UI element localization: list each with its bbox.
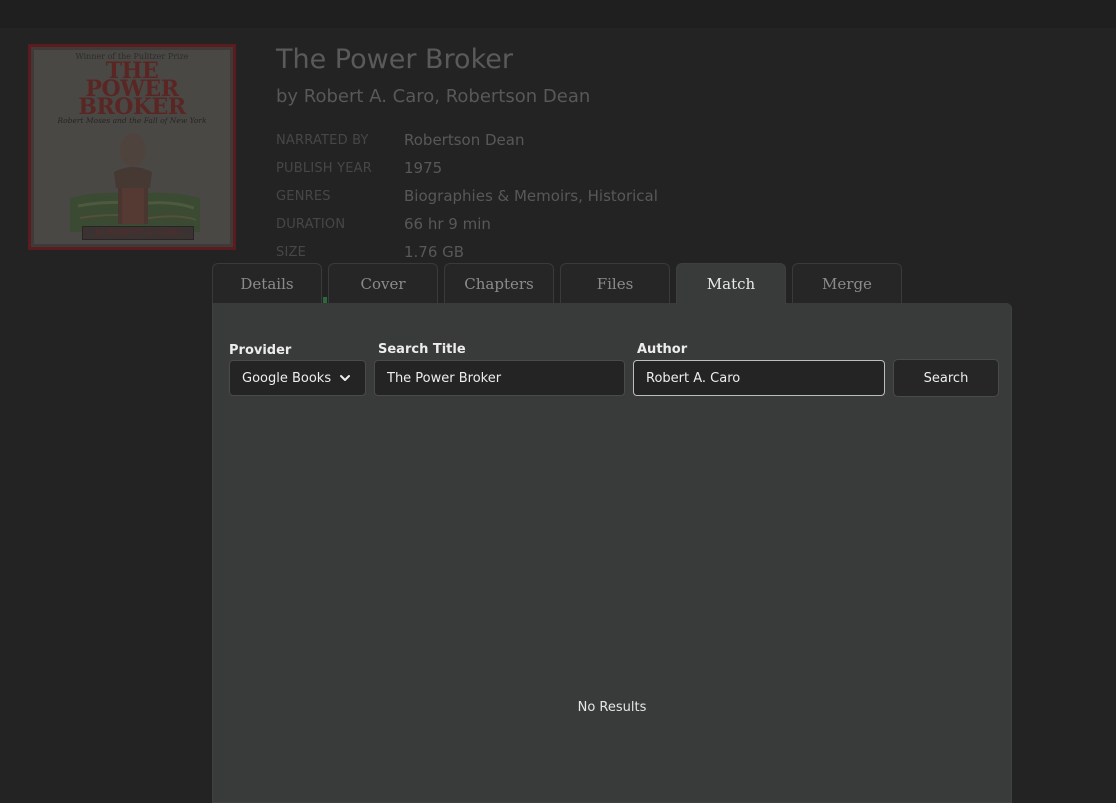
- tab-chapters[interactable]: Chapters: [444, 263, 554, 303]
- tab-files[interactable]: Files: [560, 263, 670, 303]
- search-button[interactable]: Search: [893, 359, 999, 397]
- cover-subtitle: Robert Moses and the Fall of New York: [57, 116, 207, 125]
- book-edit-page: Winner of the Pulitzer Prize THE POWER B…: [0, 0, 1116, 803]
- book-cover[interactable]: Winner of the Pulitzer Prize THE POWER B…: [28, 44, 236, 250]
- provider-label: Provider: [229, 343, 292, 358]
- meta-label-narrated-by: NARRATED BY: [276, 133, 369, 148]
- tab-match[interactable]: Match: [676, 263, 786, 304]
- meta-value-duration: 66 hr 9 min: [404, 215, 491, 233]
- meta-value-narrated-by: Robertson Dean: [404, 131, 525, 149]
- no-results-message: No Results: [577, 700, 647, 715]
- tab-indicator: [323, 297, 327, 303]
- meta-value-publish-year: 1975: [404, 159, 443, 177]
- meta-value-size: 1.76 GB: [404, 243, 465, 261]
- book-title: The Power Broker: [276, 44, 513, 75]
- cover-title-line3: BROKER: [78, 94, 186, 120]
- author-label: Author: [637, 342, 688, 357]
- meta-label-genres: GENRES: [276, 189, 331, 204]
- meta-value-genres: Biographies & Memoirs, Historical: [404, 187, 658, 205]
- cover-title: THE POWER BROKER: [34, 60, 230, 120]
- search-title-label: Search Title: [378, 342, 466, 357]
- tab-details[interactable]: Details: [212, 263, 322, 303]
- book-byline: by Robert A. Caro, Robertson Dean: [276, 86, 591, 107]
- meta-label-publish-year: PUBLISH YEAR: [276, 161, 372, 176]
- provider-select[interactable]: Google Books: [229, 360, 366, 396]
- cover-author: by ROBERT A. CARO: [82, 226, 194, 240]
- search-title-input[interactable]: [374, 360, 625, 396]
- cover-statue-illustration: [70, 133, 200, 232]
- top-bar: [0, 0, 1116, 28]
- meta-label-duration: DURATION: [276, 217, 346, 232]
- tab-merge[interactable]: Merge: [792, 263, 902, 303]
- meta-label-size: SIZE: [276, 245, 307, 260]
- provider-selected-value: Google Books: [242, 370, 332, 386]
- chevron-down-icon: [340, 375, 350, 381]
- tab-cover[interactable]: Cover: [328, 263, 438, 303]
- cover-art-area: Winner of the Pulitzer Prize THE POWER B…: [34, 50, 230, 244]
- author-input[interactable]: [633, 360, 885, 396]
